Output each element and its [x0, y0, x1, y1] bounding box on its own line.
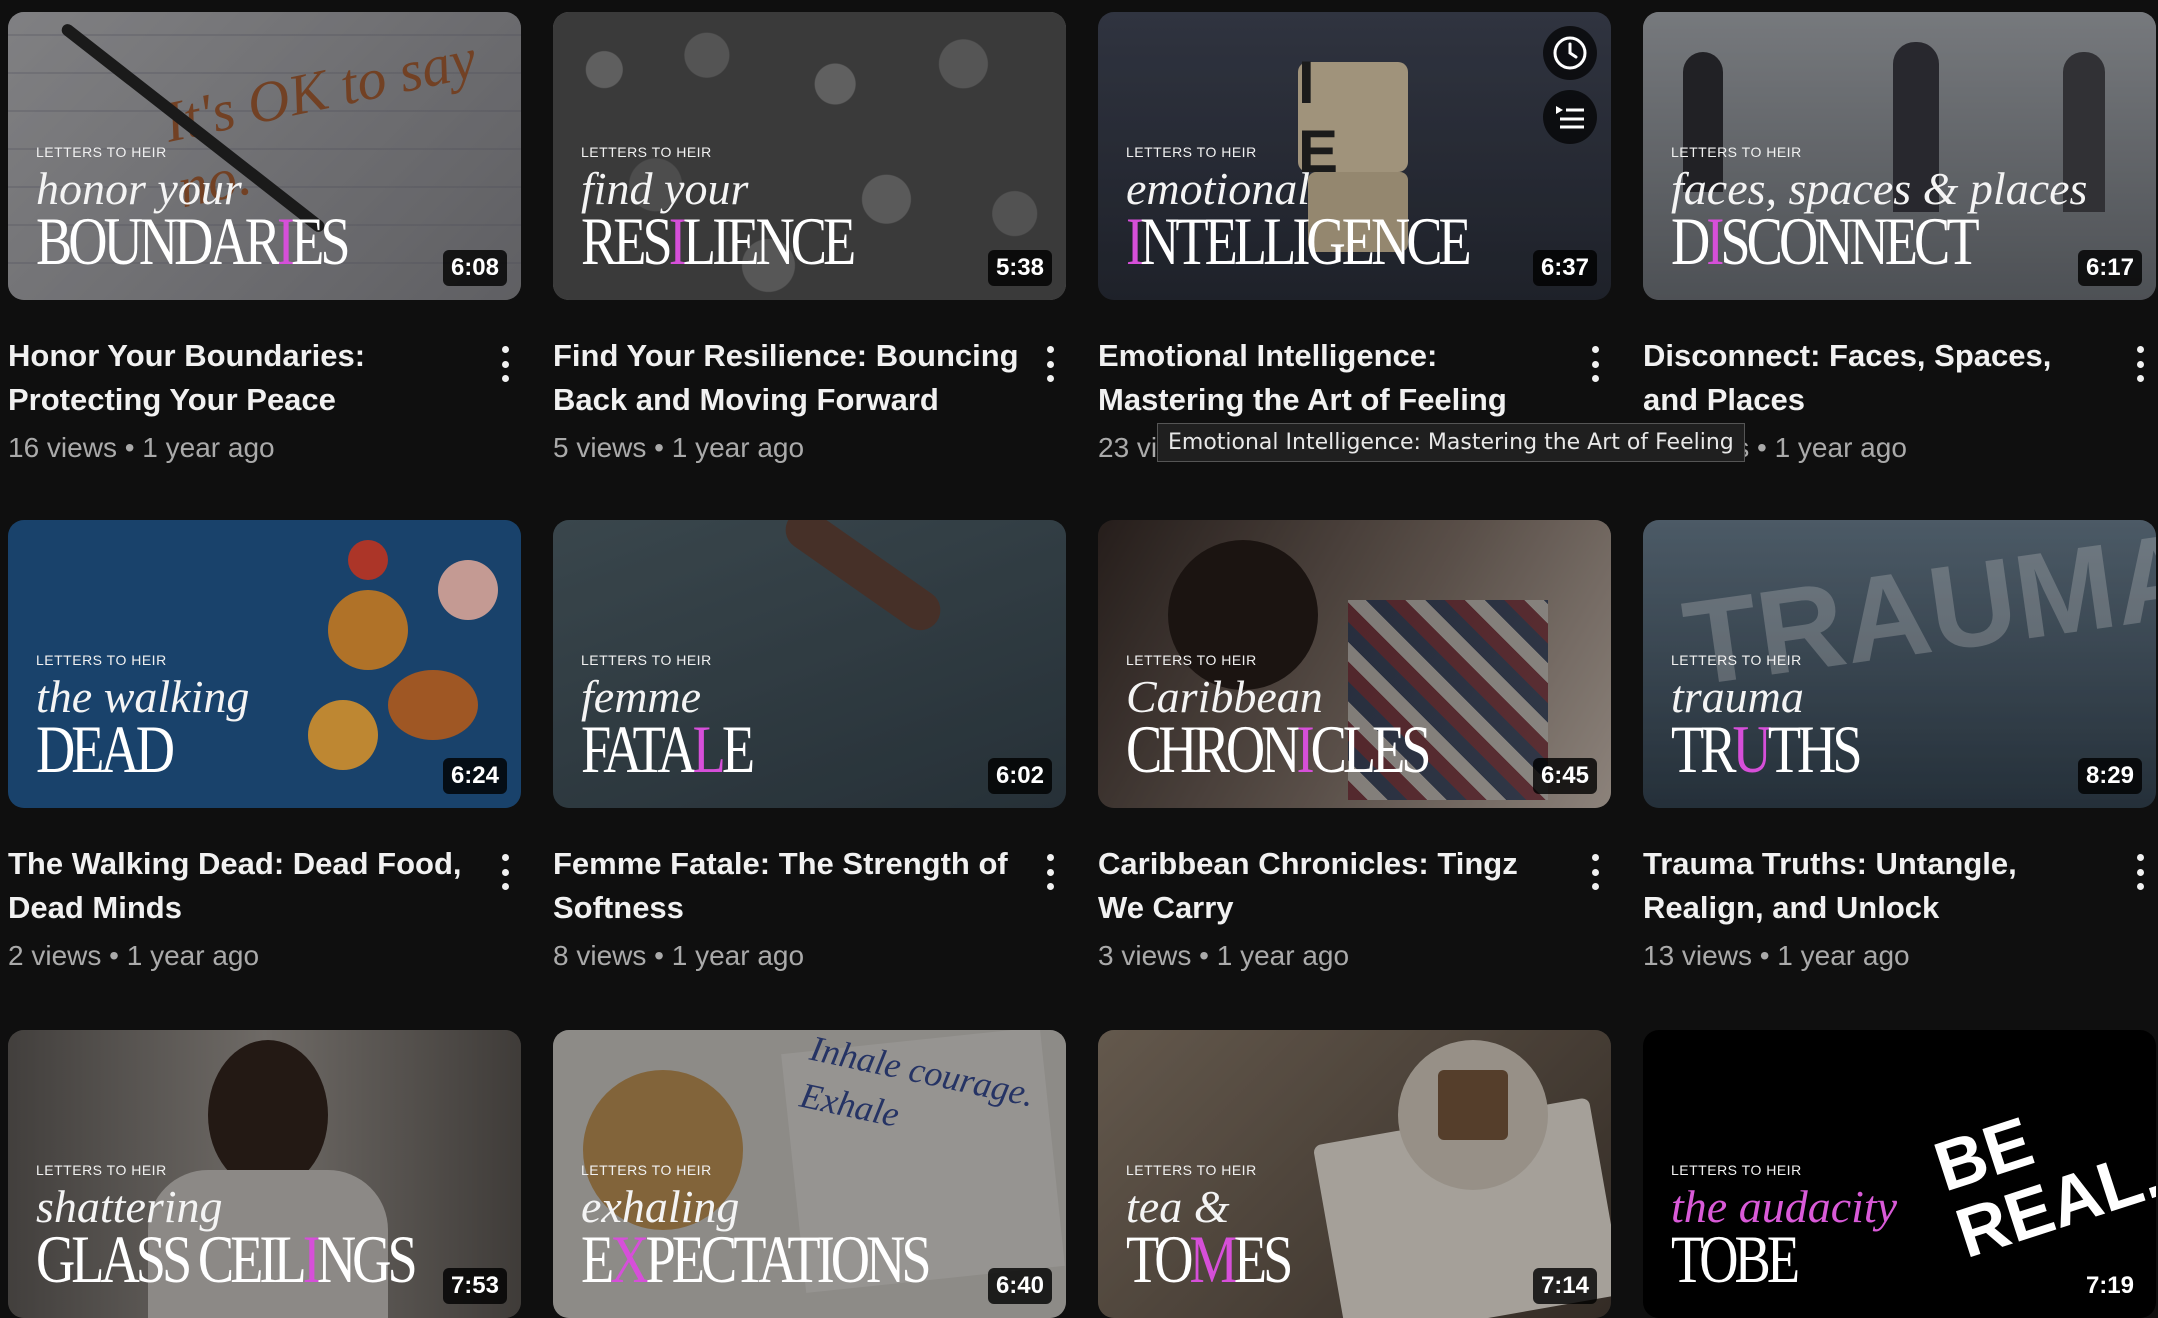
thumb-headline: CHRONICLES: [1126, 711, 1432, 787]
duration-badge: 7:19: [2077, 1268, 2142, 1304]
thumb-headline: BOUNDARIES: [36, 203, 351, 279]
video-title[interactable]: Honor Your Boundaries: Protecting Your P…: [8, 334, 478, 422]
video-thumbnail[interactable]: LETTERS TO HEIR faces, spaces & places D…: [1643, 12, 2156, 300]
video-thumbnail[interactable]: BE REAL. LETTERS TO HEIR the audacity TO…: [1643, 1030, 2156, 1318]
channel-brand: LETTERS TO HEIR: [581, 1162, 712, 1178]
video-meta: 2 views • 1 year ago: [8, 940, 260, 971]
duration-badge: 5:38: [987, 250, 1052, 286]
channel-brand: LETTERS TO HEIR: [1671, 144, 1802, 160]
video-thumbnail[interactable]: LETTERS TO HEIR shattering GLASS CEILING…: [8, 1030, 521, 1318]
duration-badge: 6:02: [987, 758, 1052, 794]
channel-brand: LETTERS TO HEIR: [1126, 652, 1257, 668]
video-meta: 5 views • 1 year ago: [553, 432, 805, 463]
video-meta: 16 views • 1 year ago: [8, 432, 275, 463]
duration-badge: 6:37: [1532, 250, 1597, 286]
thumb-headline: DISCONNECT: [1671, 203, 1980, 279]
video-title[interactable]: Emotional Intelligence: Mastering the Ar…: [1098, 334, 1568, 422]
thumb-headline: TRUTHS: [1671, 711, 1863, 787]
thumb-headline: TOMES: [1126, 1221, 1293, 1297]
channel-brand: LETTERS TO HEIR: [36, 1162, 167, 1178]
video-meta: 3 views • 1 year ago: [1098, 940, 1350, 971]
video-grid: It's OK to say no. LETTERS TO HEIR honor…: [0, 0, 2158, 1318]
clock-icon[interactable]: [1543, 26, 1597, 80]
video-thumbnail[interactable]: LETTERS TO HEIR the walking DEAD 6:24: [8, 520, 521, 808]
video-title[interactable]: Femme Fatale: The Strength of Softness: [553, 842, 1023, 930]
duration-badge: 7:14: [1532, 1268, 1597, 1304]
video-thumbnail[interactable]: I E LETTERS TO HEIR emotional INTELLIGEN…: [1098, 12, 1611, 300]
duration-badge: 6:08: [442, 250, 507, 286]
channel-brand: LETTERS TO HEIR: [1126, 1162, 1257, 1178]
more-vert-icon[interactable]: [2125, 344, 2155, 384]
more-vert-icon[interactable]: [2125, 852, 2155, 892]
video-thumbnail[interactable]: Inhale courage. Exhale LETTERS TO HEIR e…: [553, 1030, 1066, 1318]
more-vert-icon[interactable]: [1580, 344, 1610, 384]
video-title[interactable]: Trauma Truths: Untangle, Realign, and Un…: [1643, 842, 2113, 930]
video-meta: 23 vi: [1098, 432, 1158, 463]
duration-badge: 6:40: [987, 1268, 1052, 1304]
video-meta: 13 views • 1 year ago: [1643, 940, 1910, 971]
video-title[interactable]: The Walking Dead: Dead Food, Dead Minds: [8, 842, 478, 930]
video-thumbnail[interactable]: LETTERS TO HEIR find your RESILIENCE 5:3…: [553, 12, 1066, 300]
duration-badge: 8:29: [2077, 758, 2142, 794]
duration-badge: 6:45: [1532, 758, 1597, 794]
channel-brand: LETTERS TO HEIR: [581, 144, 712, 160]
duration-badge: 7:53: [442, 1268, 507, 1304]
thumb-headline: DEAD: [36, 711, 175, 787]
title-tooltip: Emotional Intelligence: Mastering the Ar…: [1157, 423, 1745, 462]
video-title[interactable]: Disconnect: Faces, Spaces, and Places: [1643, 334, 2113, 422]
video-thumbnail[interactable]: LETTERS TO HEIR femme FATALE 6:02: [553, 520, 1066, 808]
video-thumbnail[interactable]: TRAUMA LETTERS TO HEIR trauma TRUTHS 8:2…: [1643, 520, 2156, 808]
thumb-headline: GLASS CEILINGS: [36, 1221, 418, 1297]
more-vert-icon[interactable]: [1035, 344, 1065, 384]
video-thumbnail[interactable]: It's OK to say no. LETTERS TO HEIR honor…: [8, 12, 521, 300]
channel-brand: LETTERS TO HEIR: [581, 652, 712, 668]
duration-badge: 6:17: [2077, 250, 2142, 286]
channel-brand: LETTERS TO HEIR: [36, 652, 167, 668]
video-meta: 8 views • 1 year ago: [553, 940, 805, 971]
more-vert-icon[interactable]: [1580, 852, 1610, 892]
video-thumbnail[interactable]: LETTERS TO HEIR tea & TOMES 7:14: [1098, 1030, 1611, 1318]
duration-badge: 6:24: [442, 758, 507, 794]
thumb-headline: TOBE: [1671, 1221, 1800, 1297]
more-vert-icon[interactable]: [490, 344, 520, 384]
channel-brand: LETTERS TO HEIR: [1126, 144, 1257, 160]
more-vert-icon[interactable]: [490, 852, 520, 892]
channel-brand: LETTERS TO HEIR: [36, 144, 167, 160]
more-vert-icon[interactable]: [1035, 852, 1065, 892]
video-thumbnail[interactable]: LETTERS TO HEIR Caribbean CHRONICLES 6:4…: [1098, 520, 1611, 808]
queue-icon[interactable]: [1543, 90, 1597, 144]
channel-brand: LETTERS TO HEIR: [1671, 1162, 1802, 1178]
video-title[interactable]: Find Your Resilience: Bouncing Back and …: [553, 334, 1023, 422]
thumb-headline: RESILIENCE: [581, 203, 856, 279]
thumb-headline: EXPECTATIONS: [581, 1221, 932, 1297]
channel-brand: LETTERS TO HEIR: [1671, 652, 1802, 668]
video-title[interactable]: Caribbean Chronicles: Tingz We Carry: [1098, 842, 1568, 930]
thumb-headline: INTELLIGENCE: [1126, 203, 1472, 279]
thumb-headline: FATALE: [581, 711, 755, 787]
